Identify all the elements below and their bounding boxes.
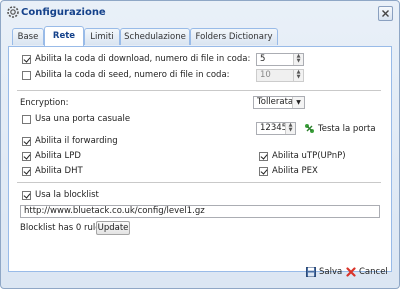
dht-row[interactable]: Abilita DHT <box>22 166 83 176</box>
lpd-checkbox[interactable] <box>22 151 31 161</box>
blocklist-status: Blocklist has 0 rules. <box>20 223 108 233</box>
download-queue-input[interactable]: 5 ▲ ▼ <box>256 53 304 66</box>
save-button[interactable]: Salva <box>306 267 342 277</box>
random-port-label: Usa una porta casuale <box>35 114 131 124</box>
test-port-icon <box>305 124 314 133</box>
upnp-row[interactable]: Abilita uTP(UPnP) <box>259 151 346 161</box>
seed-queue-label: Abilita la coda di seed, numero di file … <box>35 70 230 80</box>
stepper-down-icon[interactable]: ▼ <box>286 128 295 133</box>
tab-rete[interactable]: Rete <box>44 26 84 46</box>
upnp-checkbox[interactable] <box>259 151 268 161</box>
stepper-down-icon: ▼ <box>296 74 301 80</box>
stepper-down-icon[interactable]: ▼ <box>294 59 303 64</box>
random-port-row[interactable]: Usa una porta casuale <box>22 114 130 124</box>
test-port-label: Testa la porta <box>318 123 376 134</box>
seed-queue-input: 10 ▲ ▼ <box>256 69 304 82</box>
tab-schedulazione[interactable]: Schedulazione <box>120 28 190 45</box>
dht-label: Abilita DHT <box>35 166 83 176</box>
upnp-label: Abilita uTP(UPnP) <box>272 151 346 161</box>
seed-queue-row[interactable]: Abilita la coda di seed, numero di file … <box>22 70 230 80</box>
download-queue-value: 5 <box>260 54 266 64</box>
blocklist-checkbox[interactable] <box>22 190 31 200</box>
chevron-down-icon[interactable]: ▼ <box>292 97 304 108</box>
save-label: Salva <box>319 267 343 277</box>
port-value: 12345 <box>260 123 288 133</box>
pex-row[interactable]: Abilita PEX <box>259 166 318 176</box>
tab-strip: Base Rete Limiti Schedulazione Folders D… <box>8 26 392 47</box>
seed-queue-checkbox[interactable] <box>22 70 31 80</box>
random-port-checkbox[interactable] <box>22 114 31 124</box>
forwarding-row[interactable]: Abilita il forwarding <box>22 136 118 146</box>
test-port-button[interactable]: Testa la porta <box>304 123 376 134</box>
download-queue-row[interactable]: Abilita la coda di download, numero di f… <box>22 54 250 64</box>
blocklist-label: Usa la blocklist <box>35 190 99 200</box>
close-button[interactable] <box>378 6 393 21</box>
tab-limiti[interactable]: Limiti <box>84 28 120 45</box>
port-input[interactable]: 12345 ▲ ▼ <box>256 122 296 135</box>
download-queue-label: Abilita la coda di download, numero di f… <box>35 54 251 64</box>
pex-label: Abilita PEX <box>272 166 318 176</box>
close-icon <box>382 10 389 17</box>
tab-base[interactable]: Base <box>12 28 44 45</box>
lpd-label: Abilita LPD <box>35 151 81 161</box>
seed-queue-value: 10 <box>260 70 271 80</box>
encryption-select[interactable]: Tollerata ▼ <box>253 96 305 109</box>
download-queue-stepper[interactable]: ▲ ▼ <box>293 54 303 65</box>
port-stepper[interactable]: ▲ ▼ <box>285 123 295 134</box>
blocklist-url-input[interactable]: http://www.bluetack.co.uk/config/level1.… <box>20 205 380 218</box>
cancel-label: Cancel <box>359 267 388 277</box>
update-button[interactable]: Update <box>96 221 130 235</box>
save-icon <box>306 267 316 277</box>
tab-folders-dictionary[interactable]: Folders Dictionary <box>190 28 278 45</box>
seed-queue-stepper: ▲ ▼ <box>293 70 303 81</box>
dialog-title: Configurazione <box>21 7 106 18</box>
separator <box>17 182 381 183</box>
download-queue-checkbox[interactable] <box>22 54 31 64</box>
separator <box>17 90 381 91</box>
dht-checkbox[interactable] <box>22 166 31 176</box>
configuration-dialog: Configurazione Base Rete Limiti Schedula… <box>0 0 400 289</box>
gear-icon <box>6 5 20 19</box>
encryption-label: Encryption: <box>20 98 69 108</box>
titlebar[interactable]: Configurazione <box>1 1 399 25</box>
forwarding-checkbox[interactable] <box>22 136 31 146</box>
blocklist-row[interactable]: Usa la blocklist <box>22 190 99 200</box>
cancel-icon <box>346 267 356 277</box>
rete-tab-content: Abilita la coda di download, numero di f… <box>8 47 392 272</box>
encryption-selected-value: Tollerata <box>257 97 294 107</box>
lpd-row[interactable]: Abilita LPD <box>22 151 81 161</box>
settings-panel: Base Rete Limiti Schedulazione Folders D… <box>8 26 392 284</box>
pex-checkbox[interactable] <box>259 166 268 176</box>
cancel-button[interactable]: Cancel <box>346 267 388 277</box>
forwarding-label: Abilita il forwarding <box>35 136 118 146</box>
